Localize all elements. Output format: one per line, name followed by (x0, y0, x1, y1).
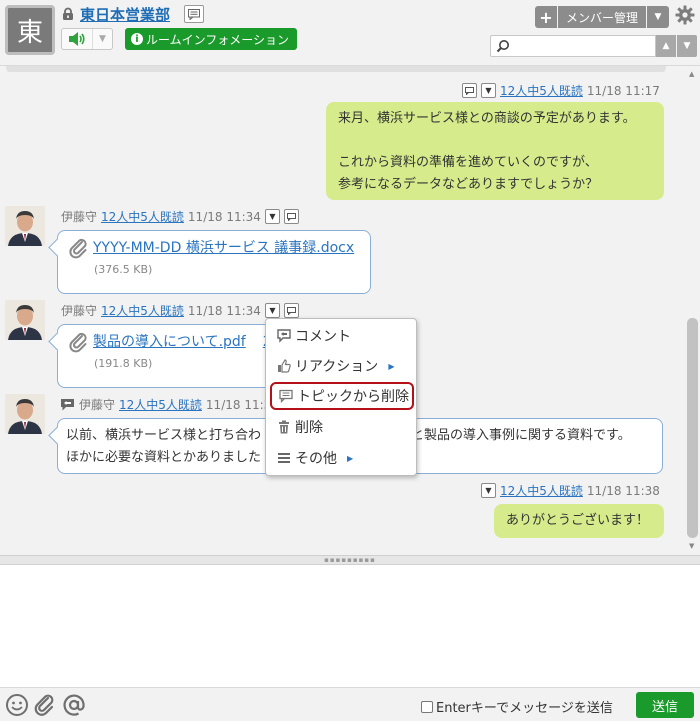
plus-icon: + (539, 7, 553, 27)
message-time: 11/18 11:34 (187, 303, 261, 318)
scroll-thumb[interactable] (687, 318, 698, 538)
topic-icon[interactable] (462, 83, 477, 98)
topic-icon[interactable] (283, 209, 299, 224)
message-menu-button[interactable]: ▼ (264, 209, 280, 224)
room-avatar: 東 (5, 5, 55, 55)
search-prev-button[interactable]: ▲ (656, 35, 676, 57)
menu-item-label: 削除 (295, 420, 323, 436)
menu-item-remove-from-topic[interactable]: トピックから削除 (270, 382, 414, 410)
message-meta: ▼ 12人中5人既読 11/18 11:17 (462, 82, 660, 99)
file-size: (376.5 KB) (94, 263, 153, 276)
menu-item-comment[interactable]: コメント (270, 322, 414, 350)
scrollbar[interactable]: ▲ ▼ (684, 66, 700, 555)
paperclip-icon (69, 332, 87, 353)
menu-item-more[interactable]: その他 ▶ (270, 444, 414, 472)
comment-icon (277, 329, 291, 343)
mention-icon[interactable] (62, 693, 86, 717)
chevron-down-icon: ▼ (654, 12, 662, 22)
topic-icon[interactable] (184, 5, 204, 23)
thumbs-up-icon (278, 359, 291, 373)
chevron-right-icon: ▶ (388, 361, 395, 371)
read-status-link[interactable]: 12人中5人既読 (500, 482, 583, 499)
message-meta: 伊藤守 12人中5人既読 11/18 11:34 ▼ (61, 302, 299, 319)
search-icon (496, 40, 509, 53)
sender-name: 伊藤守 (61, 304, 98, 318)
sender-name: 伊藤守 (79, 398, 116, 412)
read-status-link[interactable]: 12人中5人既読 (101, 208, 184, 225)
emoji-icon[interactable] (5, 693, 29, 717)
avatar (5, 206, 45, 246)
menu-lines-icon (278, 453, 290, 463)
chevron-down-icon[interactable]: ▼ (92, 29, 112, 49)
message-text: 以前、横浜サービス様と打ち合わ (66, 428, 262, 443)
member-dropdown-button[interactable]: ▼ (647, 6, 669, 28)
avatar (5, 300, 45, 340)
read-status-link[interactable]: 12人中5人既読 (119, 396, 202, 413)
message-menu-button[interactable]: ▼ (264, 303, 280, 318)
search-box (490, 35, 656, 57)
search-input[interactable] (513, 37, 653, 55)
menu-item-delete[interactable]: 削除 (270, 413, 414, 441)
chevron-right-icon: ▶ (347, 453, 354, 463)
room-info-button[interactable]: i ルームインフォメーション (125, 28, 298, 50)
message-time: 11/18 11:38 (586, 483, 660, 498)
message-text: と製品の導入事例に関する資料です。 (411, 428, 631, 443)
speaker-icon (62, 29, 92, 49)
message-meta: ▼ 12人中5人既読 11/18 11:38 (481, 482, 660, 499)
notification-sound-button[interactable]: ▼ (61, 28, 113, 50)
sender-name: 伊藤守 (61, 210, 98, 224)
comment-icon (61, 398, 74, 410)
send-button[interactable]: 送信 (636, 692, 694, 718)
lock-icon (63, 7, 73, 20)
message-time: 11/18 11:17 (586, 83, 660, 98)
room-title[interactable]: 東日本営業部 (80, 4, 170, 25)
scroll-down-arrow[interactable]: ▼ (689, 542, 694, 550)
menu-item-label: リアクション (295, 359, 379, 375)
message-input[interactable] (0, 565, 700, 687)
message-context-menu: コメント リアクション ▶ トピックから削除 削除 その他 ▶ (265, 318, 417, 476)
menu-item-reaction[interactable]: リアクション ▶ (270, 352, 414, 380)
timeline-top-edge (6, 66, 666, 72)
my-message-bubble: ありがとうございます！ (494, 504, 664, 538)
read-status-link[interactable]: 12人中5人既読 (500, 82, 583, 99)
topic-icon[interactable] (283, 303, 299, 318)
menu-item-label: コメント (295, 329, 351, 345)
chevron-down-icon: ▼ (269, 211, 276, 221)
scroll-up-arrow[interactable]: ▲ (689, 70, 694, 78)
resize-handle[interactable]: ▪▪▪▪▪▪▪▪▪ (0, 555, 700, 565)
message-menu-button[interactable]: ▼ (481, 83, 496, 98)
message-meta: 伊藤守 12人中5人既読 11/18 11:34 ▼ (61, 208, 299, 225)
compose-toolbar: Enterキーでメッセージを送信 送信 (0, 687, 700, 721)
file-link[interactable]: 製品の導入について.pdf (93, 331, 246, 353)
trash-icon (279, 420, 289, 434)
chevron-down-icon: ▼ (485, 485, 492, 495)
checkbox[interactable] (421, 700, 433, 713)
avatar (5, 394, 45, 434)
info-icon: i (131, 33, 143, 45)
read-status-link[interactable]: 12人中5人既読 (101, 302, 184, 319)
chevron-down-icon: ▼ (485, 85, 492, 95)
paperclip-icon[interactable] (33, 693, 57, 717)
message-time: 11/18 11:34 (187, 209, 261, 224)
enter-to-send-checkbox[interactable]: Enterキーでメッセージを送信 (421, 697, 613, 716)
search-next-button[interactable]: ▼ (677, 35, 697, 57)
menu-item-label: その他 (295, 451, 337, 467)
message-meta: 伊藤守 12人中5人既読 11/18 11:37 (60, 396, 279, 413)
message-timeline[interactable]: ▼ 12人中5人既読 11/18 11:17 来月、横浜サービス様との商談の予定… (0, 66, 700, 555)
topic-icon (279, 389, 293, 403)
my-message-bubble: 来月、横浜サービス様との商談の予定があります。 これから資料の準備を進めていくの… (326, 102, 664, 200)
paperclip-icon (69, 238, 87, 259)
message-menu-button[interactable]: ▼ (481, 483, 496, 498)
chevron-down-icon: ▼ (269, 305, 276, 315)
message-bubble: YYYY-MM-DD 横浜サービス 議事録.docx (376.5 KB) (57, 230, 371, 294)
room-header: 東 東日本営業部 ▼ i ルームインフォメーション + メンバー管理 ▼ ▲ ▼ (0, 0, 700, 66)
room-info-label: ルームインフォメーション (146, 32, 290, 47)
member-manage-button[interactable]: メンバー管理 (558, 6, 646, 28)
enter-to-send-label: Enterキーでメッセージを送信 (436, 701, 613, 716)
add-member-button[interactable]: + (535, 6, 557, 28)
menu-item-label: トピックから削除 (297, 389, 409, 405)
gear-icon[interactable] (675, 5, 695, 25)
file-link[interactable]: YYYY-MM-DD 横浜サービス 議事録.docx (93, 237, 354, 259)
